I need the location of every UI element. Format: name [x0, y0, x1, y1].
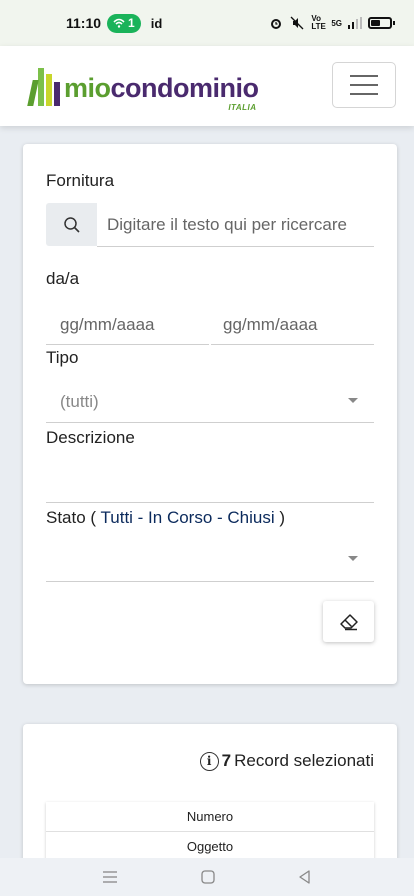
stato-label: Stato ( Tutti - In Corso - Chiusi ): [46, 508, 285, 528]
date-from-input[interactable]: [60, 307, 210, 343]
stato-select[interactable]: [46, 540, 374, 580]
status-extra: id: [150, 15, 163, 31]
hamburger-icon: [350, 75, 378, 77]
wifi-icon: [113, 18, 125, 28]
tipo-value: (tutti): [60, 392, 99, 411]
logo-condominio: condominio: [110, 73, 259, 103]
descrizione-label: Descrizione: [46, 428, 135, 447]
back-icon[interactable]: [297, 869, 313, 885]
column-header-numero[interactable]: Numero: [46, 802, 374, 832]
record-count: 7: [221, 751, 232, 770]
stato-options: Tutti - In Corso - Chiusi: [100, 508, 275, 527]
home-icon[interactable]: [200, 869, 216, 885]
menu-toggle-button[interactable]: [332, 62, 396, 108]
system-nav-bar: [0, 858, 414, 896]
eraser-icon: [339, 613, 358, 630]
record-text: Record selezionati: [234, 751, 374, 770]
mute-icon: [290, 16, 304, 30]
wifi-badge: 1: [107, 13, 141, 33]
alarm-icon: [271, 19, 282, 29]
fornitura-label: Fornitura: [46, 171, 115, 190]
network-label: Vo LTE: [311, 14, 326, 31]
navbar: miocondominio ITALIA: [0, 46, 414, 126]
tipo-label: Tipo: [46, 348, 79, 367]
stato-dropdown-icon: [348, 556, 358, 561]
search-icon: [63, 216, 80, 233]
search-button[interactable]: [46, 203, 97, 246]
stato-prefix: Stato (: [46, 508, 97, 527]
wifi-count: 1: [128, 16, 135, 30]
descrizione-underline: [46, 502, 374, 503]
logo-mio: mio: [64, 73, 111, 103]
logo[interactable]: miocondominio ITALIA: [27, 66, 259, 112]
logo-text: miocondominio ITALIA: [64, 73, 259, 112]
logo-buildings-icon: [27, 68, 60, 106]
date-from-underline: [46, 344, 209, 345]
signal-icon: [348, 17, 362, 29]
search-underline: [97, 246, 374, 247]
status-icons: Vo LTE 5G: [269, 14, 395, 31]
status-bar: 11:10 1 id Vo LTE 5G: [0, 0, 414, 46]
tipo-underline: [46, 422, 374, 423]
tipo-dropdown-icon: [348, 398, 358, 403]
results-table: Numero Oggetto: [46, 802, 374, 862]
date-to-underline: [211, 344, 374, 345]
info-icon: i: [199, 751, 219, 771]
search-input[interactable]: [107, 203, 373, 246]
daa-label: da/a: [46, 269, 80, 288]
date-to-input[interactable]: [223, 307, 373, 343]
stato-underline: [46, 581, 374, 582]
status-time: 11:10: [66, 15, 102, 31]
logo-italia: ITALIA: [228, 103, 257, 112]
menu-icon[interactable]: [101, 870, 119, 884]
signal-label: 5G: [331, 18, 342, 28]
stato-suffix: ): [279, 508, 286, 527]
filter-card: Fornitura da/a Tipo (tutti) Descrizione …: [23, 144, 397, 684]
record-count-line: i 7 Record selezionati: [199, 751, 374, 771]
clear-filters-button[interactable]: [323, 601, 374, 642]
battery-icon: [368, 17, 395, 29]
descrizione-input[interactable]: [46, 462, 374, 502]
